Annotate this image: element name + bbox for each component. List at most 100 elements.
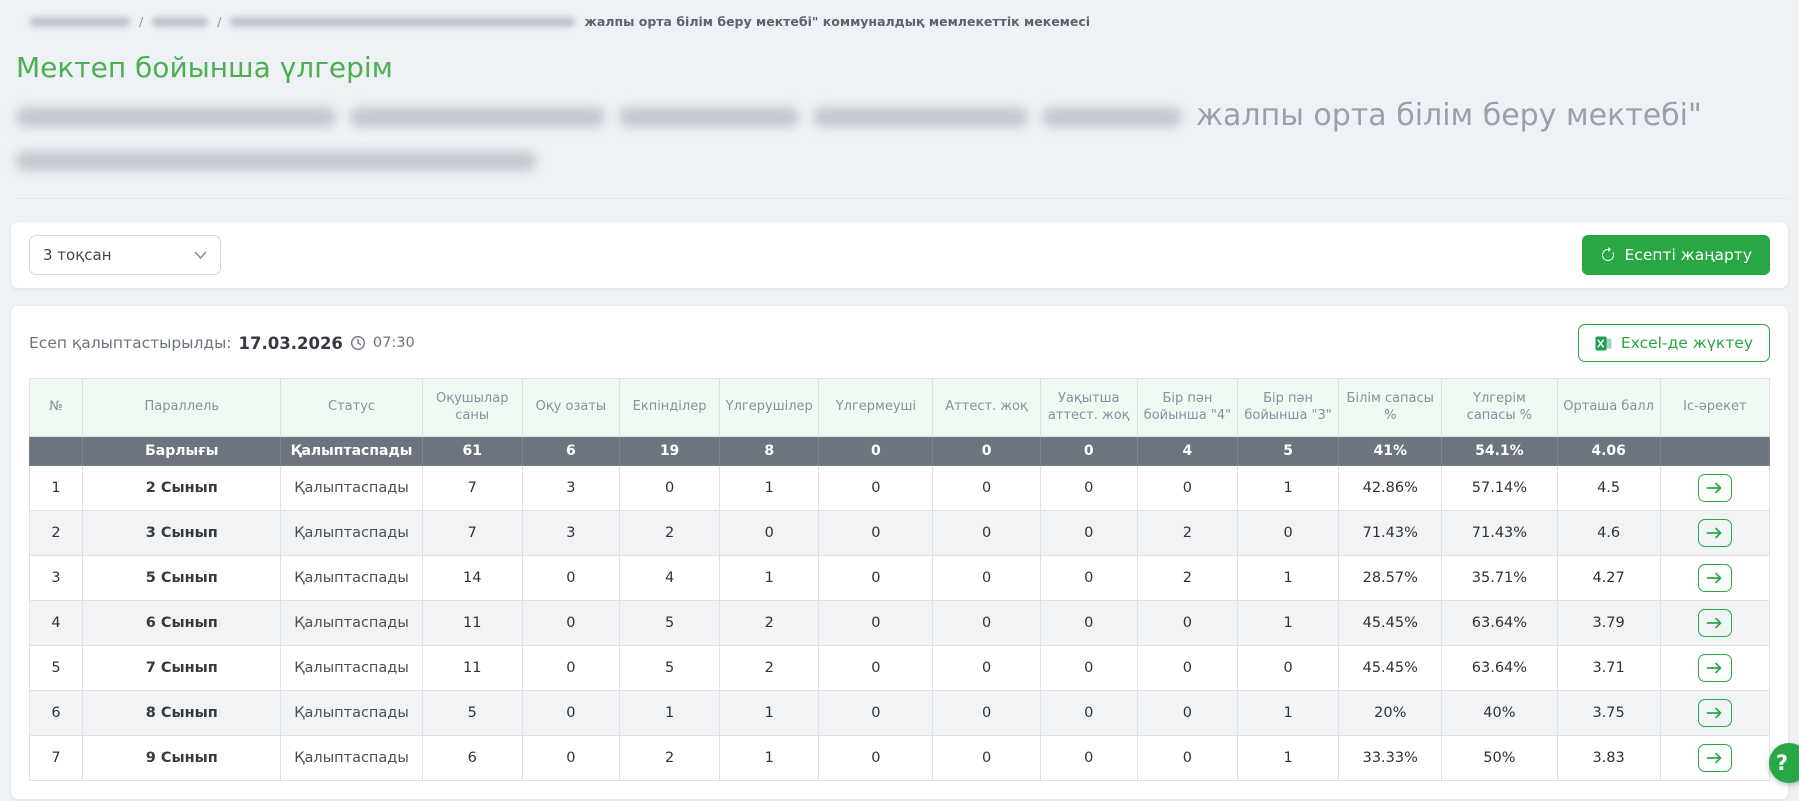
subtitle-line-2 — [16, 138, 1789, 182]
row-value: 0 — [1137, 646, 1237, 691]
row-value: 0 — [933, 646, 1040, 691]
row-detail-button[interactable] — [1698, 519, 1732, 547]
summary-cell — [30, 437, 83, 466]
row-detail-button[interactable] — [1698, 699, 1732, 727]
row-value: 2 — [1137, 556, 1237, 601]
row-number: 2 — [30, 511, 83, 556]
redacted-text — [813, 107, 1028, 127]
table-row: 68 СыныпҚалыптаспады50110000120%40%3.75 — [30, 691, 1770, 736]
row-parallel: 5 Сынып — [83, 556, 281, 601]
row-detail-button[interactable] — [1698, 564, 1732, 592]
row-parallel: 7 Сынып — [83, 646, 281, 691]
row-action-cell — [1660, 736, 1769, 781]
row-value: 11 — [422, 646, 522, 691]
arrow-right-icon — [1706, 571, 1723, 585]
summary-cell: 0 — [933, 437, 1040, 466]
row-value: 1 — [1237, 466, 1338, 511]
row-value: 3.79 — [1557, 601, 1660, 646]
page-subtitle: жалпы орта білім беру мектебі" — [16, 94, 1789, 199]
row-value: 1 — [1237, 736, 1338, 781]
row-value: 2 — [720, 601, 819, 646]
row-parallel: 9 Сынып — [83, 736, 281, 781]
row-value: 45.45% — [1339, 646, 1442, 691]
row-value: 0 — [522, 646, 619, 691]
arrow-right-icon — [1706, 526, 1723, 540]
refresh-icon — [1600, 247, 1616, 263]
row-value: 0 — [933, 511, 1040, 556]
refresh-report-button[interactable]: Есепті жаңарту — [1582, 235, 1771, 275]
arrow-right-icon — [1706, 616, 1723, 630]
row-value: 71.43% — [1442, 511, 1557, 556]
quarter-select-value: 3 тоқсан — [43, 246, 112, 264]
redacted-breadcrumb-item — [230, 17, 575, 27]
redacted-text — [619, 107, 799, 127]
row-value: 0 — [1137, 736, 1237, 781]
row-value: 0 — [1040, 511, 1137, 556]
row-status: Қалыптаспады — [281, 646, 422, 691]
summary-status: Қалыптаспады — [281, 437, 422, 466]
row-parallel: 3 Сынып — [83, 511, 281, 556]
row-value: 40% — [1442, 691, 1557, 736]
row-value: 0 — [819, 736, 933, 781]
redacted-text — [350, 107, 605, 127]
row-detail-button[interactable] — [1698, 744, 1732, 772]
row-value: 0 — [1040, 736, 1137, 781]
row-value: 5 — [619, 646, 719, 691]
page: / / жалпы орта білім беру мектебі" комму… — [0, 0, 1799, 800]
row-value: 0 — [1040, 556, 1137, 601]
redacted-text — [16, 107, 336, 127]
subtitle-visible-text: жалпы орта білім беру мектебі" — [1196, 98, 1702, 133]
row-value: 3.75 — [1557, 691, 1660, 736]
row-value: 0 — [933, 466, 1040, 511]
row-value: 57.14% — [1442, 466, 1557, 511]
row-value: 2 — [619, 736, 719, 781]
row-value: 1 — [619, 691, 719, 736]
row-action-cell — [1660, 466, 1769, 511]
table-row: 57 СыныпҚалыптаспады110520000045.45%63.6… — [30, 646, 1770, 691]
row-value: 35.71% — [1442, 556, 1557, 601]
row-detail-button[interactable] — [1698, 474, 1732, 502]
column-header: Үлгерім сапасы % — [1442, 379, 1557, 437]
row-value: 0 — [819, 511, 933, 556]
breadcrumb-separator: / — [217, 14, 221, 29]
row-status: Қалыптаспады — [281, 691, 422, 736]
row-value: 1 — [720, 736, 819, 781]
redacted-breadcrumb-item — [30, 17, 130, 27]
column-header: Оқушылар саны — [422, 379, 522, 437]
row-value: 5 — [619, 601, 719, 646]
row-value: 0 — [522, 691, 619, 736]
download-excel-button[interactable]: Excel-де жүктеу — [1578, 324, 1770, 362]
row-value: 1 — [1237, 691, 1338, 736]
row-detail-button[interactable] — [1698, 654, 1732, 682]
row-value: 2 — [720, 646, 819, 691]
summary-cell: 41% — [1339, 437, 1442, 466]
column-header: Білім сапасы % — [1339, 379, 1442, 437]
column-header: Параллель — [83, 379, 281, 437]
row-value: 45.45% — [1339, 601, 1442, 646]
row-action-cell — [1660, 646, 1769, 691]
summary-label: Барлығы — [83, 437, 281, 466]
row-value: 2 — [619, 511, 719, 556]
generated-time: 07:30 — [373, 335, 415, 351]
generated-label: Есеп қалыптастырылды: — [29, 334, 232, 352]
summary-cell: 0 — [819, 437, 933, 466]
row-value: 0 — [933, 601, 1040, 646]
row-value: 0 — [1137, 691, 1237, 736]
report-header: Есеп қалыптастырылды: 17.03.2026 07:30 E… — [29, 324, 1770, 362]
row-value: 0 — [819, 601, 933, 646]
row-value: 0 — [522, 736, 619, 781]
row-value: 50% — [1442, 736, 1557, 781]
column-header: Бір пән бойынша "3" — [1237, 379, 1338, 437]
row-value: 3.83 — [1557, 736, 1660, 781]
quarter-select[interactable]: 3 тоқсан — [29, 235, 221, 275]
row-value: 4 — [619, 556, 719, 601]
row-value: 14 — [422, 556, 522, 601]
row-parallel: 2 Сынып — [83, 466, 281, 511]
row-value: 0 — [1137, 601, 1237, 646]
row-value: 33.33% — [1339, 736, 1442, 781]
summary-cell: 8 — [720, 437, 819, 466]
column-header: Аттест. жоқ — [933, 379, 1040, 437]
table-row: 12 СыныпҚалыптаспады73010000142.86%57.14… — [30, 466, 1770, 511]
redacted-breadcrumb-item — [152, 17, 208, 27]
row-detail-button[interactable] — [1698, 609, 1732, 637]
